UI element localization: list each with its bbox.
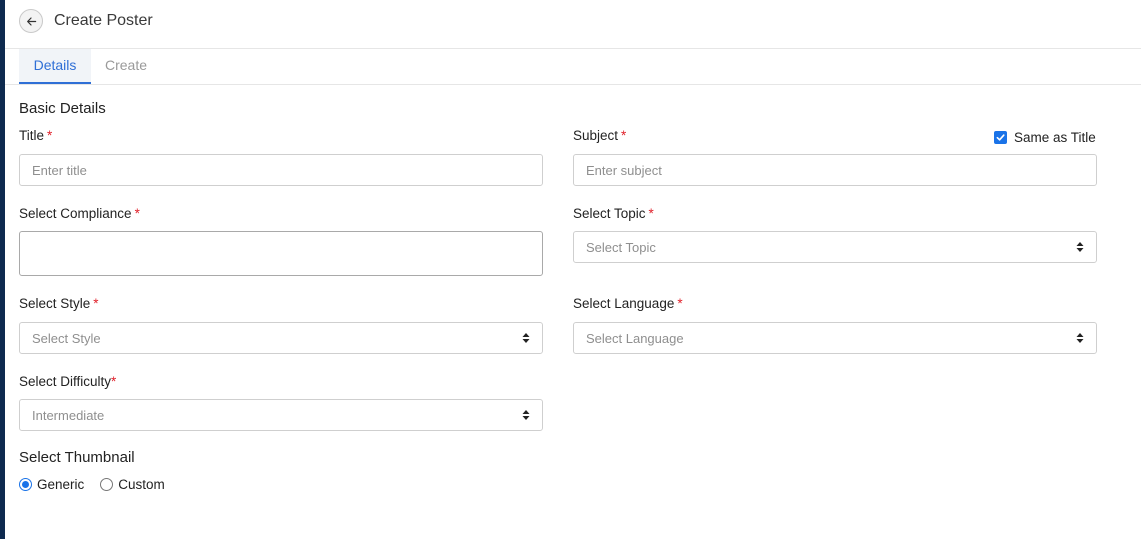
topic-select-value: Select Topic <box>586 239 656 255</box>
title-label-text: Title <box>19 128 45 143</box>
tab-bar: Details Create <box>5 49 1141 85</box>
page-header: Create Poster <box>5 0 1141 49</box>
checkmark-icon <box>996 134 1005 141</box>
required-mark: * <box>648 206 654 221</box>
same-as-title-checkbox[interactable]: Same as Title <box>994 130 1096 145</box>
same-as-title-label: Same as Title <box>1014 130 1096 145</box>
required-mark: * <box>111 374 117 389</box>
topic-select[interactable]: Select Topic <box>573 231 1097 263</box>
thumbnail-option-custom[interactable]: Custom <box>100 477 165 492</box>
difficulty-select[interactable]: Intermediate <box>19 399 543 431</box>
title-input[interactable] <box>19 154 543 186</box>
style-select[interactable]: Select Style <box>19 322 543 354</box>
custom-label: Custom <box>118 477 165 492</box>
required-mark: * <box>47 128 53 143</box>
required-mark: * <box>677 296 683 311</box>
compliance-multiselect[interactable] <box>19 231 543 276</box>
select-arrows-icon <box>1076 242 1084 252</box>
compliance-label-text: Select Compliance <box>19 206 132 221</box>
subject-input[interactable] <box>573 154 1097 186</box>
tab-details[interactable]: Details <box>19 49 91 84</box>
checkbox-checked[interactable] <box>994 131 1007 144</box>
select-arrows-icon <box>522 333 530 343</box>
language-select[interactable]: Select Language <box>573 322 1097 354</box>
subject-label: Subject * <box>573 128 626 143</box>
language-label: Select Language * <box>573 296 683 311</box>
generic-label: Generic <box>37 477 85 492</box>
page-title: Create Poster <box>54 12 153 29</box>
style-label-text: Select Style <box>19 296 91 311</box>
create-poster-page: Create Poster Details Create Basic Detai… <box>5 0 1141 539</box>
difficulty-label: Select Difficulty* <box>19 374 116 389</box>
compliance-label: Select Compliance * <box>19 206 140 221</box>
required-mark: * <box>621 128 627 143</box>
topic-label-text: Select Topic <box>573 206 646 221</box>
select-arrows-icon <box>522 410 530 420</box>
thumbnail-option-generic[interactable]: Generic <box>19 477 84 492</box>
difficulty-label-text: Select Difficulty <box>19 374 112 389</box>
title-label: Title * <box>19 128 52 143</box>
thumbnail-radio-group: Generic Custom <box>19 477 181 492</box>
required-mark: * <box>93 296 99 311</box>
topic-label: Select Topic * <box>573 206 654 221</box>
section-title-basic-details: Basic Details <box>19 100 106 117</box>
difficulty-select-value: Intermediate <box>32 407 105 423</box>
radio-dot <box>22 481 29 488</box>
language-select-value: Select Language <box>586 330 684 346</box>
language-label-text: Select Language <box>573 296 675 311</box>
style-select-value: Select Style <box>32 330 101 346</box>
tab-create[interactable]: Create <box>101 49 151 83</box>
radio-checked[interactable] <box>19 478 32 491</box>
back-button[interactable] <box>19 9 43 33</box>
style-label: Select Style * <box>19 296 99 311</box>
required-mark: * <box>134 206 140 221</box>
section-title-select-thumbnail: Select Thumbnail <box>19 449 135 466</box>
select-arrows-icon <box>1076 333 1084 343</box>
radio-unchecked[interactable] <box>100 478 114 491</box>
arrow-left-icon <box>26 16 36 26</box>
subject-label-text: Subject <box>573 128 619 143</box>
